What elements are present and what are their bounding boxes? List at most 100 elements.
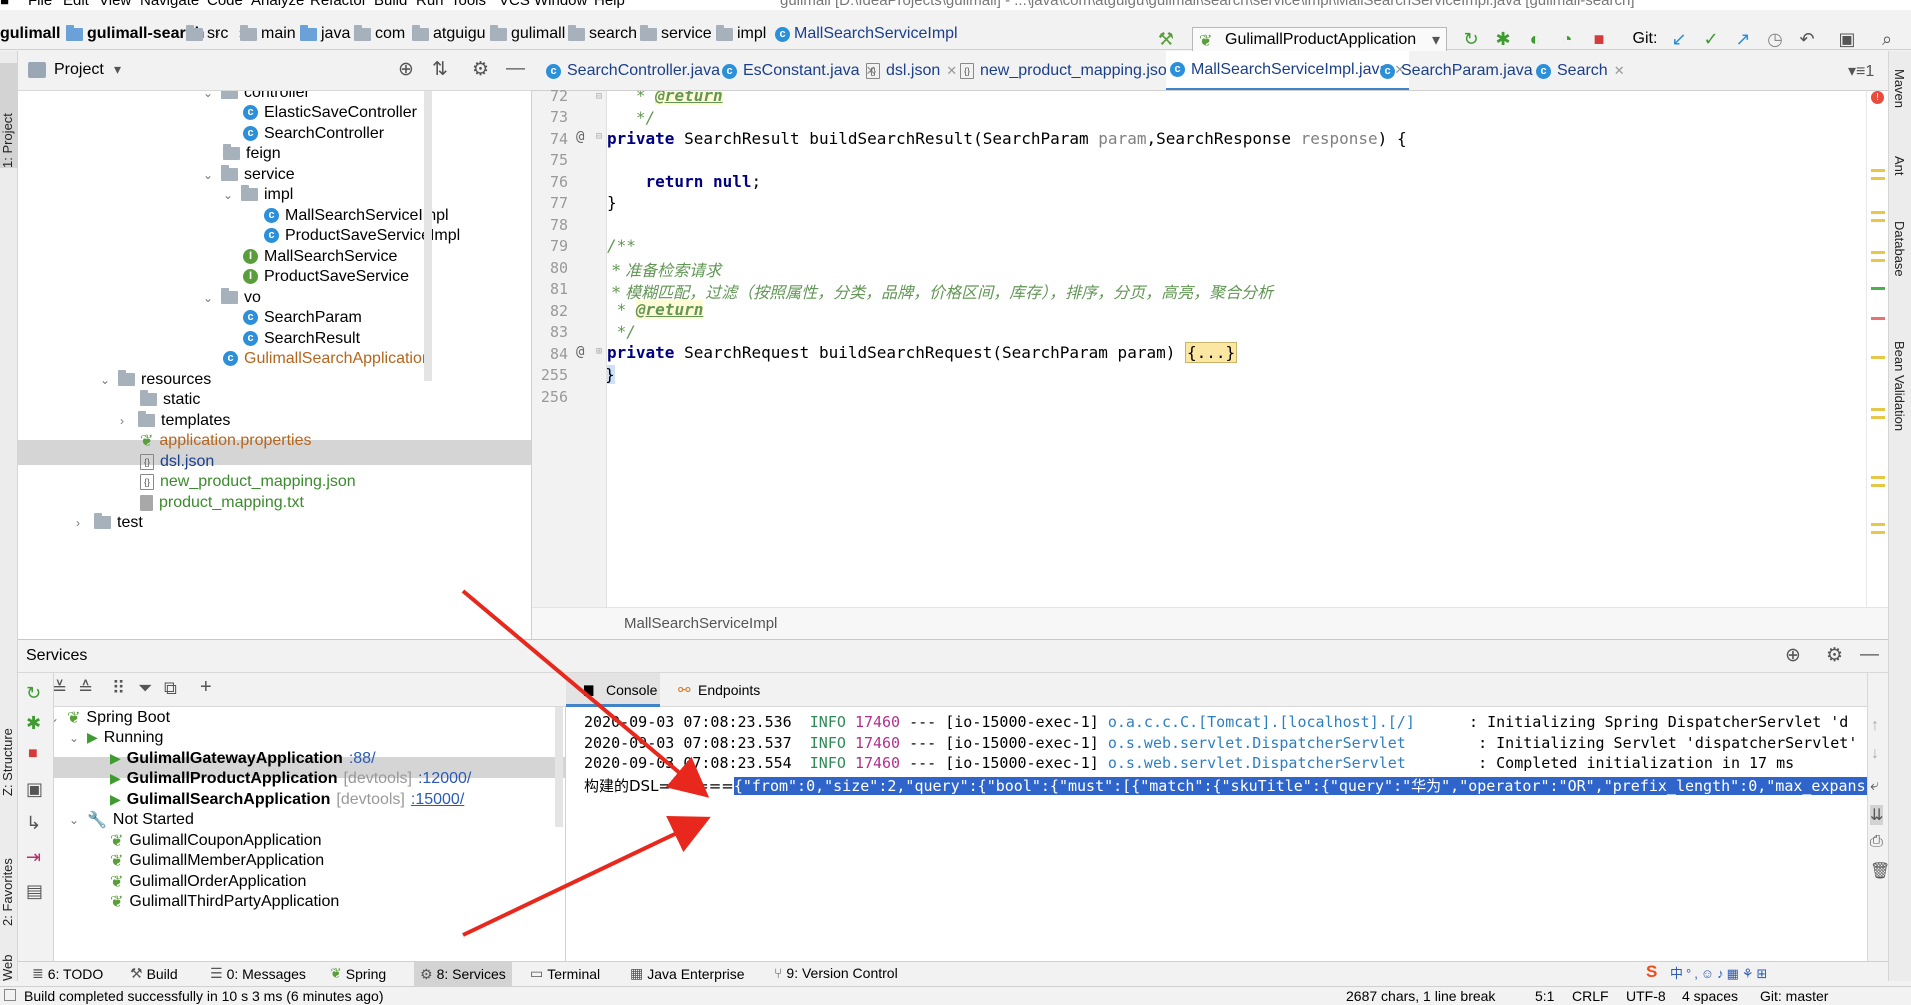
menu-file[interactable]: File	[28, 0, 52, 9]
stop-icon[interactable]: ■	[1588, 28, 1610, 50]
warning-mark[interactable]	[1871, 177, 1885, 180]
print-icon[interactable]: ⎙	[1870, 833, 1883, 851]
tab-favorites[interactable]: 2: Favorites	[0, 826, 18, 926]
rerun-icon[interactable]: ↻	[26, 683, 41, 704]
tool-version-control[interactable]: ⑂ 9: Version Control	[774, 965, 898, 981]
tab-ant[interactable]: Ant	[1892, 156, 1907, 176]
history-icon[interactable]: ◷	[1764, 28, 1786, 50]
breadcrumb-gulimall[interactable]: gulimall›	[0, 25, 76, 43]
exit-icon[interactable]: ⇥	[26, 847, 41, 868]
menu-build[interactable]: Build	[374, 0, 407, 9]
scroll-to-end-icon[interactable]: ⇊	[1870, 805, 1884, 825]
override-marker-icon[interactable]: @	[576, 129, 584, 145]
tab-console[interactable]: ▆ Console	[566, 673, 660, 707]
fold-marker-icon[interactable]: ⊞	[596, 346, 602, 357]
tool-build[interactable]: ⚒ Build	[130, 965, 178, 982]
menu-vcs[interactable]: VCS	[499, 0, 530, 9]
tool-todo[interactable]: ≣ 6: TODO	[32, 965, 103, 982]
hide-panel-icon[interactable]: —	[506, 58, 525, 80]
restore-layout-icon[interactable]: ↳	[26, 813, 41, 834]
breadcrumb-atguigu[interactable]: atguigu›	[412, 24, 501, 43]
tree-item-test[interactable]: › test	[76, 510, 143, 535]
debug-icon[interactable]: ✱	[26, 713, 41, 734]
rollback-icon[interactable]: ↶	[1796, 28, 1818, 50]
gear-icon[interactable]: ⚙	[472, 58, 489, 81]
project-structure-icon[interactable]: ▣	[1836, 28, 1858, 50]
tab-web[interactable]: Web	[0, 941, 18, 982]
tab-structure[interactable]: Z: Structure	[0, 706, 18, 796]
new-tab-icon[interactable]: ⧉	[164, 678, 177, 699]
menu-help[interactable]: Help	[594, 0, 625, 9]
breadcrumb-service[interactable]: service›	[640, 24, 727, 43]
breadcrumb-class[interactable]: c MallSearchServiceImpl	[775, 25, 958, 43]
status-line-separator[interactable]: CRLF	[1572, 988, 1609, 1004]
ime-toolbar-icons[interactable]: 中°,☺♪▦⚘⊞	[1670, 963, 1770, 982]
tab-maven[interactable]: Maven	[1892, 69, 1907, 108]
filter-icon[interactable]: ⏷	[138, 678, 152, 699]
project-panel-title[interactable]: Project	[54, 61, 104, 79]
menu-run[interactable]: Run	[416, 0, 444, 9]
hide-panel-icon[interactable]: —	[1860, 644, 1879, 666]
warning-mark[interactable]	[1871, 219, 1885, 222]
breadcrumb-gulimall-pkg[interactable]: gulimall›	[490, 24, 581, 43]
camera-icon[interactable]: ▣	[26, 779, 43, 800]
tree-item-product-mapping-txt[interactable]: product_mapping.txt	[140, 490, 304, 515]
collapse-all-icon[interactable]: ≙	[78, 678, 93, 699]
stop-icon[interactable]: ■	[28, 745, 38, 763]
menu-analyze[interactable]: Analyze	[251, 0, 304, 9]
menu-code[interactable]: Code	[207, 0, 243, 9]
search-everywhere-icon[interactable]: ⌕	[1876, 28, 1898, 50]
layout-icon[interactable]: ▤	[26, 881, 43, 902]
dsl-json-selection[interactable]: {"from":0,"size":2,"query":{"bool":{"mus…	[733, 777, 1867, 795]
services-app-thirdparty[interactable]: ❦ GulimallThirdPartyApplication	[110, 889, 339, 914]
menu-tools[interactable]: Tools	[451, 0, 486, 9]
menu-refactor[interactable]: Refactor	[310, 0, 367, 9]
tree-scrollbar[interactable]	[424, 91, 432, 381]
status-bar-toggle-icon[interactable]	[4, 989, 16, 1001]
editor-marker-stripe[interactable]: !	[1866, 91, 1888, 607]
expand-all-icon[interactable]: ≚	[52, 678, 67, 699]
tool-services[interactable]: ⚙ 8: Services	[414, 962, 512, 986]
profile-icon[interactable]: ◔	[1556, 28, 1578, 50]
override-marker-icon[interactable]: @	[576, 344, 584, 360]
tool-messages[interactable]: ☰ 0: Messages	[210, 965, 306, 982]
close-icon[interactable]: ✕	[1614, 63, 1625, 79]
tab-database[interactable]: Database	[1892, 221, 1907, 277]
locate-icon[interactable]: ⊕	[398, 58, 414, 81]
tool-spring[interactable]: ❦ Spring	[330, 965, 386, 982]
change-mark[interactable]	[1871, 287, 1885, 290]
git-push-icon[interactable]: ↗	[1732, 28, 1754, 50]
breadcrumb-impl[interactable]: impl›	[716, 24, 782, 43]
menu-navigate[interactable]: Navigate	[140, 0, 199, 9]
warning-mark[interactable]	[1871, 408, 1885, 411]
run-configuration-select[interactable]: ❦ GulimallProductApplication ▾	[1192, 27, 1447, 53]
build-hammer-icon[interactable]: ⚒	[1155, 28, 1177, 50]
warning-mark[interactable]	[1871, 211, 1885, 214]
fold-marker-icon[interactable]: ⊟	[596, 91, 602, 102]
status-caret-position[interactable]: 5:1	[1535, 988, 1554, 1004]
warning-mark[interactable]	[1871, 476, 1885, 479]
collapse-all-icon[interactable]: ⇅	[432, 58, 448, 81]
error-indicator-icon[interactable]: !	[1871, 91, 1884, 104]
group-by-icon[interactable]: ⠿	[112, 678, 125, 699]
arrow-up-icon[interactable]: ↑	[1871, 717, 1879, 735]
error-mark[interactable]	[1871, 317, 1885, 320]
tab-project[interactable]: 1: Project	[0, 63, 18, 168]
add-service-icon[interactable]: +	[200, 676, 212, 699]
warning-mark[interactable]	[1871, 169, 1885, 172]
editor-breadcrumb[interactable]: MallSearchServiceImpl	[624, 615, 777, 632]
warning-mark[interactable]	[1871, 356, 1885, 359]
tabs-overflow-icon[interactable]: ▾≡1	[1844, 51, 1878, 90]
menu-edit[interactable]: Edit	[63, 0, 89, 9]
arrow-down-icon[interactable]: ↓	[1871, 745, 1879, 763]
locate-icon[interactable]: ⊕	[1785, 644, 1801, 667]
console-output[interactable]: 2020-09-03 07:08:23.536 INFO 17460 --- […	[566, 707, 1867, 961]
warning-mark[interactable]	[1871, 251, 1885, 254]
rerun-icon[interactable]: ↻	[1460, 28, 1482, 50]
warning-mark[interactable]	[1871, 416, 1885, 419]
menu-view[interactable]: View	[99, 0, 131, 9]
tab-searchparam[interactable]: cSearchParam.java✕	[1376, 51, 1554, 90]
tab-dsl-json[interactable]: {} dsl.json ✕	[862, 51, 961, 90]
chevron-down-icon[interactable]: ▾	[114, 61, 121, 78]
status-encoding[interactable]: UTF-8	[1626, 988, 1666, 1004]
